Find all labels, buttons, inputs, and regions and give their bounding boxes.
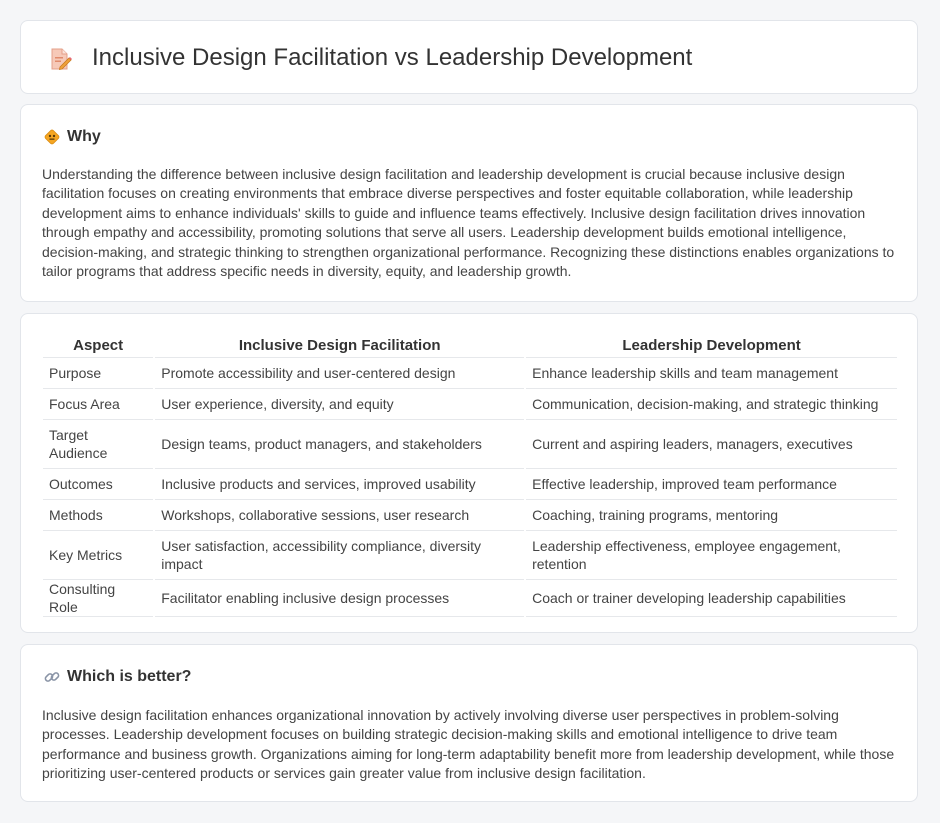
page-title: Inclusive Design Facilitation vs Leaders… bbox=[92, 44, 693, 71]
why-title: Why bbox=[67, 128, 101, 145]
table-row: Outcomes Inclusive products and services… bbox=[43, 469, 897, 500]
inclusive-cell: Inclusive products and services, improve… bbox=[155, 469, 525, 500]
diamond-sign-icon bbox=[44, 129, 60, 145]
document-pencil-icon bbox=[51, 48, 72, 71]
link-icon bbox=[44, 672, 60, 682]
aspect-cell: Purpose bbox=[43, 358, 154, 389]
which-is-better-title: Which is better? bbox=[67, 668, 192, 685]
why-paragraph: Understanding the difference between inc… bbox=[42, 166, 895, 280]
aspect-cell: Key Metrics bbox=[43, 531, 154, 580]
table-row: Key Metrics User satisfaction, accessibi… bbox=[43, 531, 897, 580]
aspect-cell: Outcomes bbox=[43, 469, 154, 500]
header-inclusive-design: Inclusive Design Facilitation bbox=[155, 333, 525, 358]
inclusive-cell: Workshops, collaborative sessions, user … bbox=[155, 500, 525, 531]
leadership-cell: Leadership effectiveness, employee engag… bbox=[526, 531, 897, 580]
leadership-cell: Coaching, training programs, mentoring bbox=[526, 500, 897, 531]
leadership-cell: Enhance leadership skills and team manag… bbox=[526, 358, 897, 389]
table-row: Focus Area User experience, diversity, a… bbox=[43, 389, 897, 420]
inclusive-cell: Facilitator enabling inclusive design pr… bbox=[155, 580, 525, 617]
aspect-cell: Consulting Role bbox=[43, 580, 154, 617]
header-leadership: Leadership Development bbox=[526, 333, 897, 358]
comparison-table-card: Aspect Inclusive Design Facilitation Lea… bbox=[20, 313, 918, 633]
leadership-cell: Effective leadership, improved team perf… bbox=[526, 469, 897, 500]
which-is-better-section: Which is better? Inclusive design facili… bbox=[20, 644, 918, 802]
table-header-row: Aspect Inclusive Design Facilitation Lea… bbox=[43, 333, 897, 358]
table-row: Consulting Role Facilitator enabling inc… bbox=[43, 580, 897, 617]
leadership-cell: Current and aspiring leaders, managers, … bbox=[526, 420, 897, 469]
aspect-cell: Target Audience bbox=[43, 420, 154, 469]
comparison-table: Aspect Inclusive Design Facilitation Lea… bbox=[41, 333, 899, 617]
table-row: Target Audience Design teams, product ma… bbox=[43, 420, 897, 469]
header-aspect: Aspect bbox=[43, 333, 154, 358]
inclusive-cell: User satisfaction, accessibility complia… bbox=[155, 531, 525, 580]
leadership-cell: Communication, decision-making, and stra… bbox=[526, 389, 897, 420]
which-is-better-paragraph: Inclusive design facilitation enhances o… bbox=[42, 707, 895, 782]
why-section: Why Understanding the difference between… bbox=[20, 104, 918, 302]
inclusive-cell: Design teams, product managers, and stak… bbox=[155, 420, 525, 469]
header-card: Inclusive Design Facilitation vs Leaders… bbox=[20, 20, 918, 94]
aspect-cell: Methods bbox=[43, 500, 154, 531]
table-row: Methods Workshops, collaborative session… bbox=[43, 500, 897, 531]
table-row: Purpose Promote accessibility and user-c… bbox=[43, 358, 897, 389]
inclusive-cell: Promote accessibility and user-centered … bbox=[155, 358, 525, 389]
leadership-cell: Coach or trainer developing leadership c… bbox=[526, 580, 897, 617]
aspect-cell: Focus Area bbox=[43, 389, 154, 420]
inclusive-cell: User experience, diversity, and equity bbox=[155, 389, 525, 420]
